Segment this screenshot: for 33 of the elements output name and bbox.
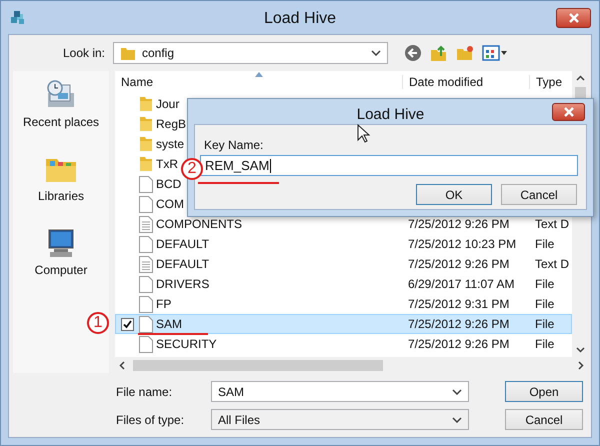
file-name: DEFAULT bbox=[156, 257, 210, 271]
date-cell-text: 7/25/2012 10:23 PM bbox=[407, 237, 518, 251]
date-cell-text: 7/25/2012 9:26 PM bbox=[407, 317, 510, 331]
file-name: DEFAULT bbox=[156, 237, 210, 251]
type-cell-text: File bbox=[534, 277, 556, 291]
window-title: Load Hive bbox=[264, 10, 336, 28]
file-name: RegB bbox=[156, 117, 186, 131]
file-type-label: Files of type: bbox=[116, 412, 186, 426]
type-cell-text: File bbox=[534, 237, 556, 251]
file-name: syste bbox=[156, 137, 184, 151]
type-cell-text: Text D bbox=[534, 217, 570, 231]
look-in-label: Look in: bbox=[62, 46, 105, 60]
date-cell-text: 7/25/2012 9:26 PM bbox=[407, 257, 510, 271]
date-cell-text: 7/25/2012 9:31 PM bbox=[407, 297, 510, 311]
type-cell-text: File bbox=[534, 317, 556, 331]
file-name: SAM bbox=[156, 317, 182, 331]
date-cell-text: 7/25/2012 9:26 PM bbox=[407, 217, 510, 231]
file-name: TxR bbox=[156, 157, 178, 171]
file-name: SECURITY bbox=[156, 337, 217, 351]
type-cell-text: File bbox=[534, 297, 556, 311]
key-name-label: Key Name: bbox=[204, 138, 264, 152]
file-name: BCD bbox=[156, 177, 182, 191]
type-cell-text: Text D bbox=[534, 257, 570, 271]
dialog-title: Load Hive bbox=[356, 106, 424, 123]
date-cell-text: 6/29/2017 11:07 AM bbox=[407, 277, 516, 291]
file-name: DRIVERS bbox=[156, 277, 210, 291]
type-cell-text: File bbox=[534, 337, 556, 351]
date-cell-text: 7/25/2012 9:26 PM bbox=[407, 337, 510, 351]
file-name-label: File name: bbox=[116, 384, 174, 398]
file-name: FP bbox=[156, 297, 172, 311]
file-name: COM bbox=[156, 197, 184, 211]
file-name: Jour bbox=[156, 97, 180, 111]
file-name: COMPONENTS bbox=[156, 217, 242, 231]
